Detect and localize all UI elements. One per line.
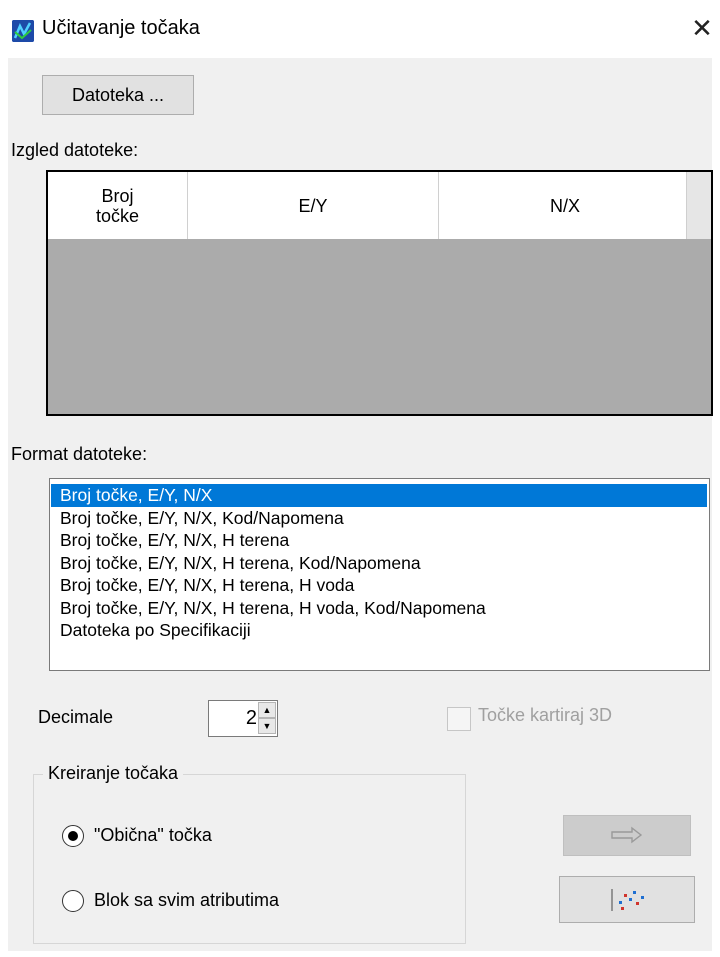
format-option[interactable]: Broj točke, E/Y, N/X, H terena, Kod/Napo… <box>51 552 707 575</box>
map-3d-label: Točke kartiraj 3D <box>478 705 613 725</box>
decimals-value[interactable]: 2 <box>209 701 257 736</box>
point-creation-group <box>33 774 466 944</box>
radio-selected-dot <box>68 831 78 841</box>
block-attributes-label[interactable]: Blok sa svim atributima <box>94 890 279 911</box>
decimals-stepper[interactable]: 2 ▲ ▼ <box>208 700 278 737</box>
column-header-ey[interactable]: E/Y <box>188 172 439 239</box>
point-cloud-button[interactable] <box>559 876 695 923</box>
map-3d-checkbox[interactable] <box>447 707 471 731</box>
point-scatter-icon <box>608 887 646 918</box>
format-option[interactable]: Broj točke, E/Y, N/X, Kod/Napomena <box>51 507 707 530</box>
stepper-down-button[interactable]: ▼ <box>258 718 276 734</box>
stepper-buttons: ▲ ▼ <box>258 702 276 735</box>
file-format-label: Format datoteke: <box>11 444 148 464</box>
column-header-point-number[interactable]: Broj točke <box>48 172 188 239</box>
dialog-window: Učitavanje točaka ✕ Datoteka ... Izgled … <box>0 0 720 957</box>
format-option[interactable]: Datoteka po Specifikaciji <box>51 619 707 642</box>
close-button[interactable]: ✕ <box>688 15 716 43</box>
arrow-right-icon <box>610 826 644 849</box>
file-preview-grid[interactable]: Broj točke E/Y N/X <box>46 170 713 416</box>
app-icon <box>12 20 34 42</box>
file-preview-label: Izgled datoteke: <box>11 140 139 160</box>
title-bar: Učitavanje točaka ✕ <box>0 0 720 58</box>
column-header-label: N/X <box>549 195 580 216</box>
point-creation-title: Kreiranje točaka <box>43 763 184 784</box>
plain-point-label[interactable]: "Obična" točka <box>94 825 212 846</box>
block-attributes-radio[interactable] <box>62 890 84 912</box>
stepper-up-button[interactable]: ▲ <box>258 702 276 718</box>
open-file-button[interactable]: Datoteka ... <box>42 75 194 115</box>
column-header-label: Broj točke <box>95 185 140 226</box>
import-arrow-button[interactable] <box>563 815 691 856</box>
column-header-label: E/Y <box>298 195 328 216</box>
column-header-nx[interactable]: N/X <box>439 172 691 239</box>
format-option[interactable]: Broj točke, E/Y, N/X, H terena, H voda, … <box>51 597 707 620</box>
file-format-listbox[interactable]: Broj točke, E/Y, N/X Broj točke, E/Y, N/… <box>49 478 710 671</box>
grid-scrollbar[interactable] <box>686 172 711 239</box>
decimals-label: Decimale <box>38 707 114 727</box>
plain-point-radio[interactable] <box>62 825 84 847</box>
format-option[interactable]: Broj točke, E/Y, N/X, H terena <box>51 529 707 552</box>
format-option[interactable]: Broj točke, E/Y, N/X <box>51 484 707 507</box>
grid-header: Broj točke E/Y N/X <box>48 172 691 239</box>
window-title: Učitavanje točaka <box>42 17 200 39</box>
format-option[interactable]: Broj točke, E/Y, N/X, H terena, H voda <box>51 574 707 597</box>
